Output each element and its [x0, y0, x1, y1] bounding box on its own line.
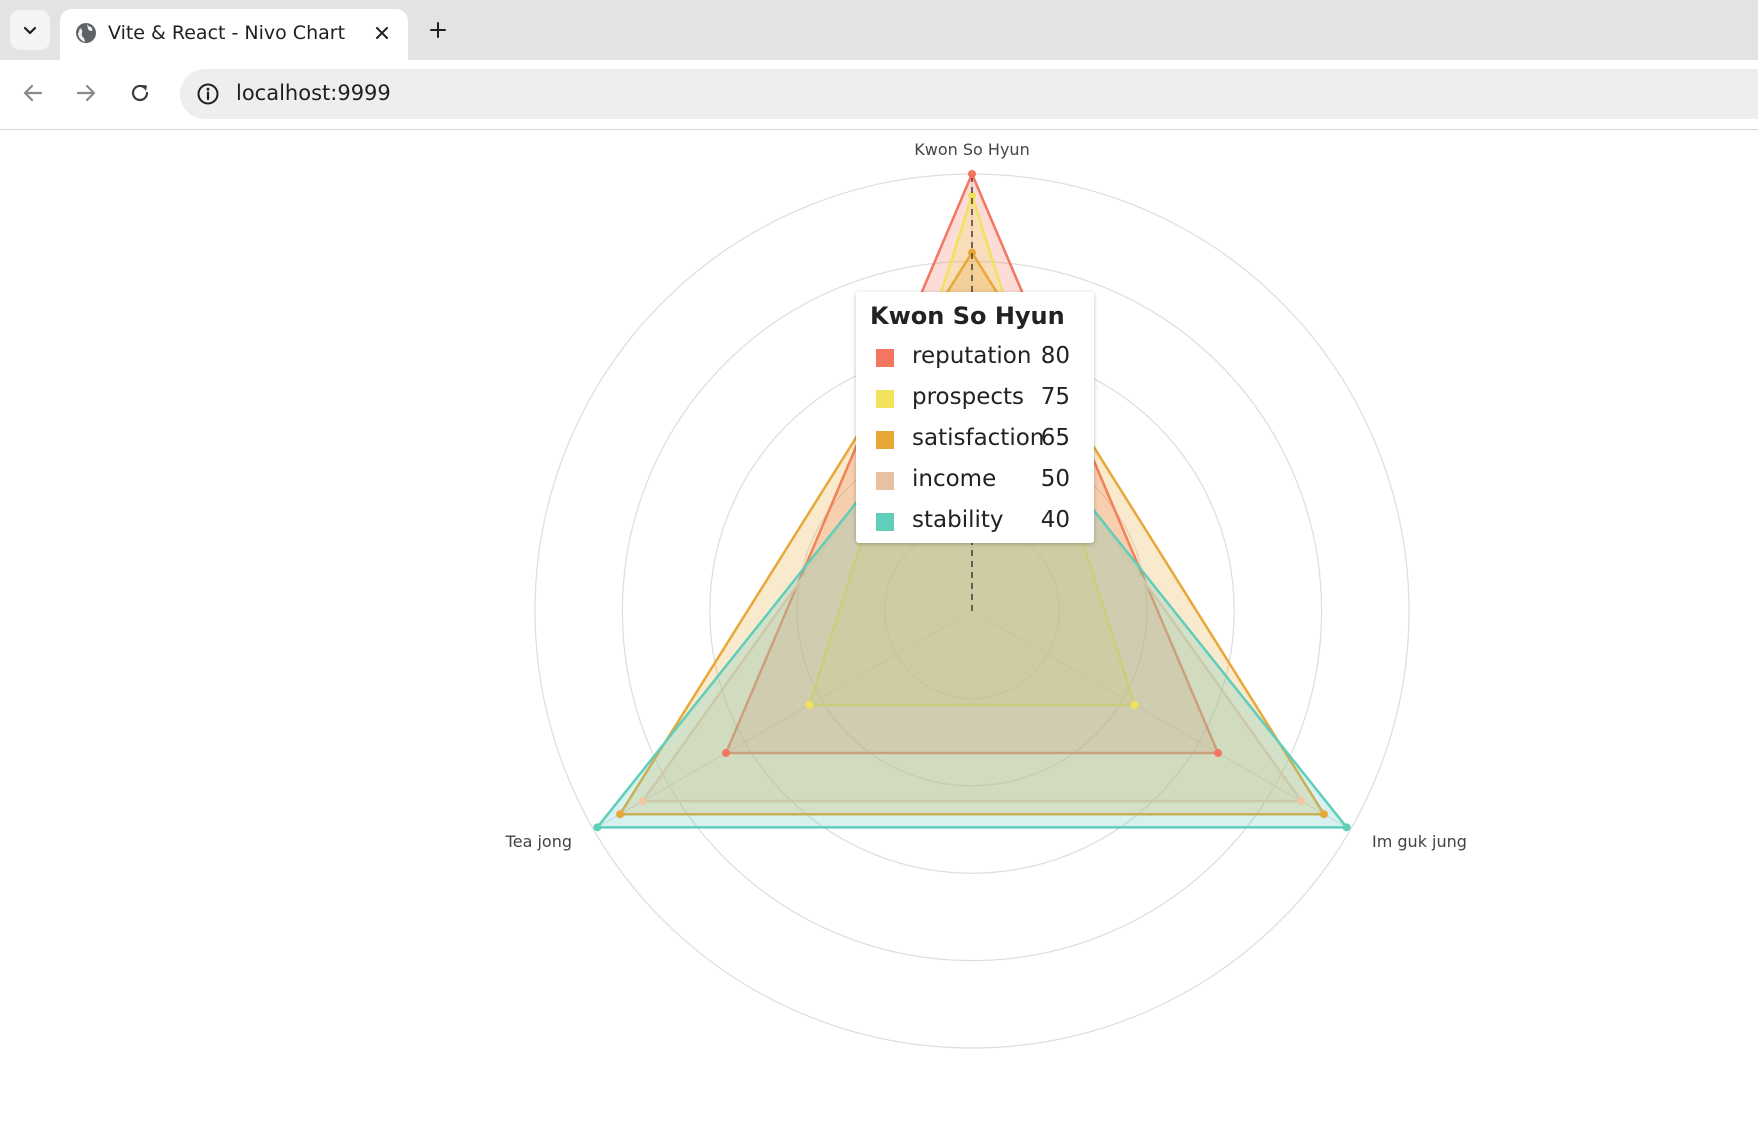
data-dot-prospects	[805, 700, 814, 709]
tooltip-row-prospects: prospects 75	[876, 384, 1082, 416]
legend-swatch	[876, 513, 894, 531]
back-button[interactable]	[13, 73, 53, 113]
data-dot-reputation	[968, 170, 976, 178]
active-tab[interactable]: Vite & React - Nivo Chart	[60, 9, 408, 60]
data-dot-income	[1297, 797, 1306, 806]
data-dot-reputation	[1213, 749, 1222, 758]
tooltip-label: satisfaction	[912, 425, 1045, 451]
new-tab-button[interactable]	[420, 12, 456, 48]
data-dot-stability	[593, 823, 602, 832]
axis-label: Kwon So Hyun	[914, 140, 1029, 159]
data-dot-satisfaction	[1319, 810, 1328, 819]
data-dot-prospects	[1130, 700, 1139, 709]
data-dot-stability	[1342, 823, 1351, 832]
info-icon	[197, 83, 219, 105]
plus-icon	[430, 22, 446, 38]
url-text: localhost:9999	[236, 81, 391, 105]
tooltip-row-income: income 50	[876, 466, 1082, 498]
forward-button[interactable]	[66, 73, 106, 113]
tooltip-value: 50	[1040, 466, 1070, 492]
tooltip-row-stability: stability 40	[876, 507, 1082, 539]
tooltip-value: 65	[1040, 425, 1070, 451]
data-dot-income	[638, 797, 647, 806]
tooltip-value: 40	[1040, 507, 1070, 533]
axis-label: Tea jong	[505, 832, 572, 851]
chart-tooltip: Kwon So Hyun reputation 80 prospects 75 …	[856, 292, 1094, 543]
legend-swatch	[876, 349, 894, 367]
data-dot-reputation	[722, 749, 731, 758]
page-content: Kwon So Hyun Im guk jung Tea jong Kwon So …	[0, 130, 1758, 1137]
legend-swatch	[876, 472, 894, 490]
data-dot-satisfaction	[616, 810, 625, 819]
tooltip-label: income	[912, 466, 997, 492]
chevron-down-icon	[23, 26, 37, 35]
site-info-button[interactable]	[194, 80, 222, 108]
reload-button[interactable]	[120, 73, 160, 113]
tooltip-row-reputation: reputation 80	[876, 343, 1082, 375]
tab-title: Vite & React - Nivo Chart	[108, 22, 346, 44]
tooltip-label: stability	[912, 507, 1004, 533]
tooltip-label: reputation	[912, 343, 1032, 369]
tooltip-value: 80	[1040, 343, 1070, 369]
address-bar[interactable]: localhost:9999	[180, 69, 1758, 119]
legend-swatch	[876, 390, 894, 408]
tooltip-title: Kwon So Hyun	[870, 302, 1065, 330]
legend-swatch	[876, 431, 894, 449]
close-tab-button[interactable]	[368, 19, 396, 47]
tooltip-row-satisfaction: satisfaction 65	[876, 425, 1082, 457]
globe-icon	[76, 23, 96, 43]
tooltip-label: prospects	[912, 384, 1025, 410]
reload-icon	[131, 84, 149, 102]
forward-arrow-icon	[76, 84, 96, 102]
axis-label: Im guk jung	[1372, 832, 1467, 851]
close-icon	[376, 27, 388, 39]
browser-toolbar: localhost:9999	[0, 60, 1758, 130]
tab-search-button[interactable]	[10, 10, 50, 50]
tooltip-value: 75	[1040, 384, 1070, 410]
back-arrow-icon	[23, 84, 43, 102]
tab-strip: Vite & React - Nivo Chart	[0, 0, 1758, 60]
radar-chart: Kwon So Hyun Im guk jung Tea jong	[505, 140, 1467, 1049]
